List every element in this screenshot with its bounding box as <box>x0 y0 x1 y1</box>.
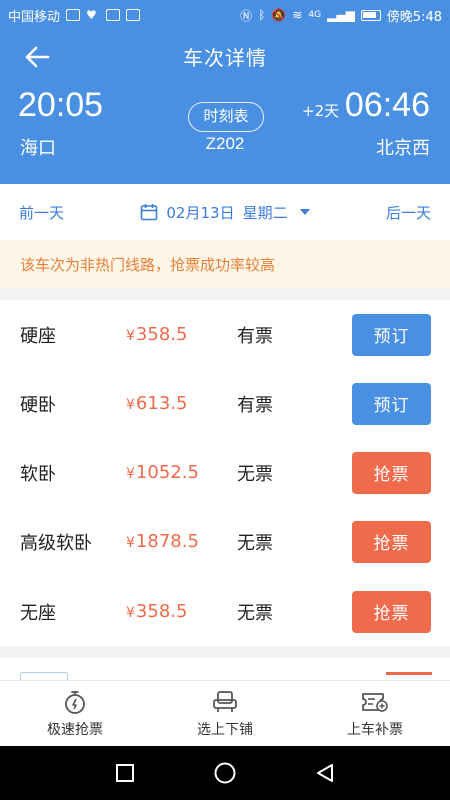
schedule-button[interactable]: 时刻表 <box>188 102 264 132</box>
seat-availability: 有票 <box>237 325 273 347</box>
seat-type: 软卧 <box>20 463 56 485</box>
nav-label: 极速抢票 <box>47 721 103 738</box>
seat-availability: 有票 <box>237 394 273 416</box>
nav-onboard-ticket[interactable]: 上车补票 <box>300 681 450 746</box>
train-header: 车次详情 20:05 海口 时刻表 Z202 +2天 06:46 北京西 <box>0 30 450 184</box>
seat-price: ¥613.5 <box>126 393 188 414</box>
message-icon <box>126 9 141 21</box>
seat-price: ¥1878.5 <box>126 531 199 552</box>
partial-tag <box>20 672 68 680</box>
recents-button[interactable] <box>114 762 136 784</box>
network-type: 4G <box>308 10 322 20</box>
bluetooth-icon: ᛒ <box>258 8 266 22</box>
nav-label: 上车补票 <box>347 721 403 738</box>
seat-row: 软卧 ¥1052.5 无票 抢票 <box>0 438 450 507</box>
chevron-down-icon <box>299 209 310 215</box>
system-nav-bar <box>0 746 450 800</box>
seat-list: 硬座 ¥358.5 有票 预订 硬卧 ¥613.5 有票 预订 软卧 ¥1052… <box>0 300 450 646</box>
date-selector[interactable]: 02月13日 星期二 <box>64 202 386 223</box>
health-icon: ♥ <box>86 8 97 22</box>
seat-type: 硬卧 <box>20 394 56 416</box>
partial-price <box>386 672 432 678</box>
seat-price: ¥358.5 <box>126 324 188 345</box>
seat-price: ¥358.5 <box>126 601 188 622</box>
grab-ticket-button[interactable]: 抢票 <box>352 590 431 633</box>
date-bar: 前一天 02月13日 星期二 后一天 <box>0 184 450 240</box>
nav-berth-select[interactable]: 选上下铺 <box>150 681 300 746</box>
seat-availability: 无票 <box>237 463 273 485</box>
seat-price: ¥1052.5 <box>126 462 199 483</box>
grab-ticket-button[interactable]: 抢票 <box>352 451 431 494</box>
seat-type: 无座 <box>20 602 56 624</box>
seat-row: 高级软卧 ¥1878.5 无票 抢票 <box>0 507 450 576</box>
selected-date: 02月13日 <box>166 203 235 222</box>
status-time: 傍晚5:48 <box>386 9 442 25</box>
seat-type: 高级软卧 <box>20 532 92 554</box>
grab-ticket-button[interactable]: 抢票 <box>352 520 431 563</box>
partial-section <box>0 658 450 680</box>
prev-day-button[interactable]: 前一天 <box>19 202 64 223</box>
page-title: 车次详情 <box>183 46 267 70</box>
calendar-icon <box>141 204 158 221</box>
notification-icon <box>66 9 81 21</box>
route-notice: 该车次为非热门线路，抢票成功率较高 <box>0 240 450 288</box>
bottom-nav: 极速抢票 选上下铺 上车补票 <box>0 680 450 746</box>
nav-label: 选上下铺 <box>197 721 253 738</box>
ticket-add-icon <box>362 692 388 712</box>
app-notification-icon <box>106 9 121 21</box>
arrival-day-offset: +2天 <box>302 102 340 120</box>
book-button[interactable]: 预订 <box>352 313 431 356</box>
stopwatch-icon <box>65 690 85 714</box>
battery-icon <box>360 9 381 21</box>
seat-availability: 无票 <box>237 532 273 554</box>
mute-icon: 🔕 <box>271 8 287 22</box>
back-nav-button[interactable] <box>314 762 336 784</box>
selected-weekday: 星期二 <box>242 203 288 222</box>
next-day-button[interactable]: 后一天 <box>386 202 431 223</box>
home-button[interactable] <box>213 761 237 785</box>
seat-availability: 无票 <box>237 602 273 624</box>
nfc-icon: Ⓝ <box>240 8 253 23</box>
arrival-time: 06:46 <box>344 86 430 124</box>
signal-icon: ▂▄▆ <box>327 8 355 22</box>
seat-type: 硬座 <box>20 325 56 347</box>
carrier-label: 中国移动 <box>8 9 61 25</box>
wifi-icon: ≋ <box>292 8 303 22</box>
arrival-station: 北京西 <box>376 138 430 159</box>
book-button[interactable]: 预订 <box>352 382 431 425</box>
nav-fast-grab[interactable]: 极速抢票 <box>0 681 150 746</box>
seat-icon <box>213 690 237 712</box>
seat-row: 无座 ¥358.5 无票 抢票 <box>0 577 450 646</box>
status-bar: 中国移动 ♥ Ⓝ ᛒ 🔕 ≋ 4G ▂▄▆ 傍晚5:48 <box>0 0 450 30</box>
seat-row: 硬座 ¥358.5 有票 预订 <box>0 300 450 369</box>
seat-row: 硬卧 ¥613.5 有票 预订 <box>0 369 450 438</box>
departure-time: 20:05 <box>18 86 104 124</box>
